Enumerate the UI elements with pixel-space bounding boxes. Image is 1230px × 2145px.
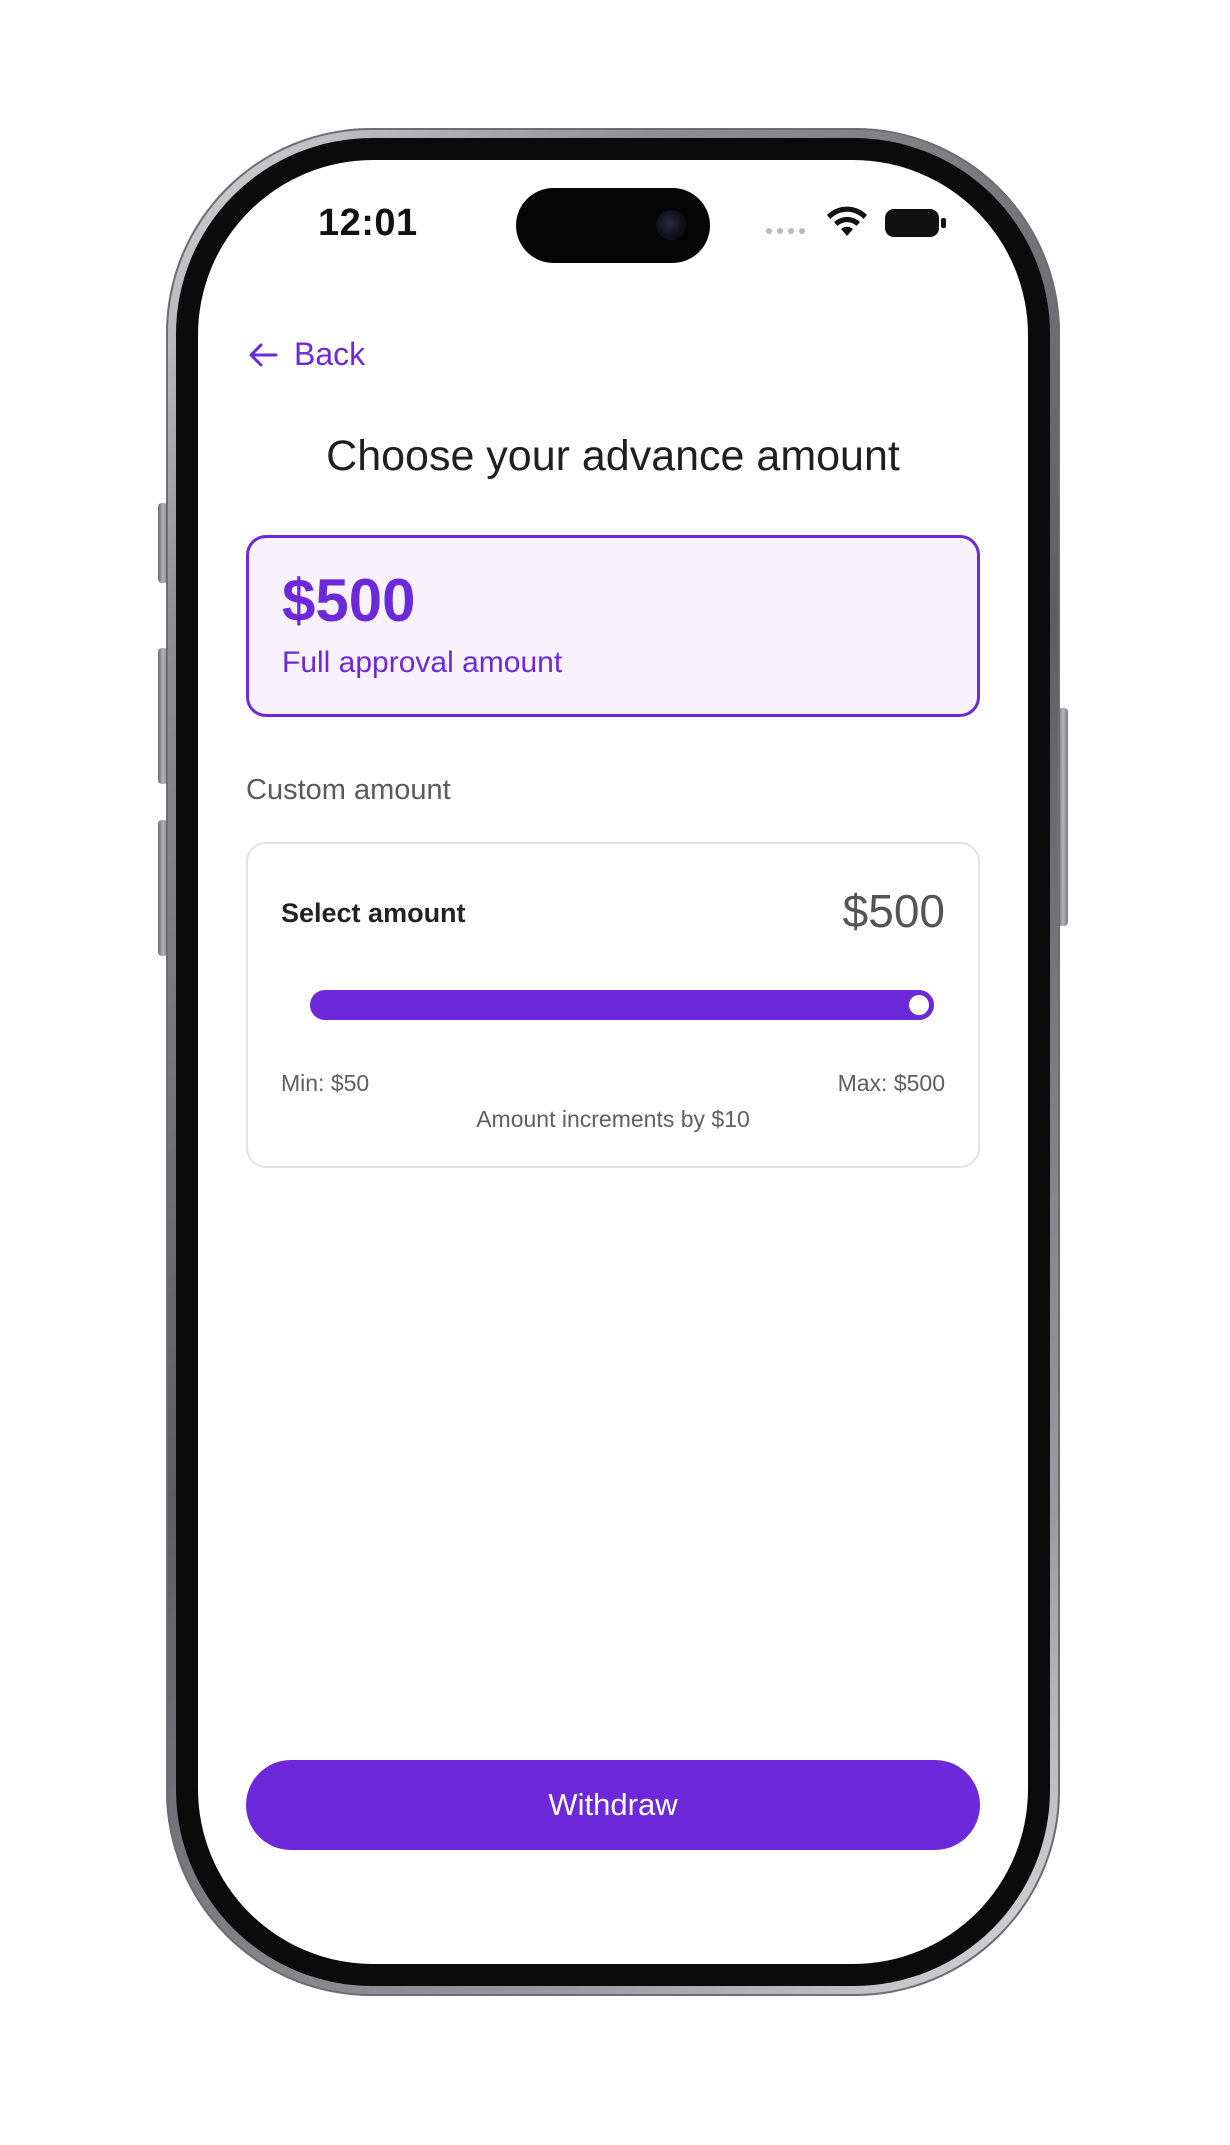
slider-thumb[interactable] xyxy=(907,993,931,1017)
status-time: 12:01 xyxy=(318,202,418,244)
back-button[interactable]: Back xyxy=(246,336,365,373)
increment-note: Amount increments by $10 xyxy=(476,1106,750,1132)
battery-icon xyxy=(885,209,946,237)
wifi-icon xyxy=(827,206,867,236)
phone-screen: 12:01 Back Choose your advance amount $5… xyxy=(198,160,1028,1964)
dynamic-island xyxy=(516,188,710,263)
custom-amount-card: Select amount $500 Min: $50 Max: $500 Am… xyxy=(246,842,980,1168)
front-camera-icon xyxy=(656,210,686,240)
status-icons xyxy=(766,206,966,240)
approval-amount: $500 xyxy=(282,567,416,634)
min-amount-label: Min: $50 xyxy=(281,1070,370,1096)
withdraw-button[interactable]: Withdraw xyxy=(246,1760,980,1850)
signal-dots-icon xyxy=(766,228,805,234)
back-label: Back xyxy=(294,336,366,372)
page-title: Choose your advance amount xyxy=(326,432,900,480)
amount-slider[interactable] xyxy=(310,990,934,1020)
max-amount-label: Max: $500 xyxy=(837,1070,945,1096)
selected-amount-value: $500 xyxy=(842,885,945,937)
slider-fill xyxy=(310,990,934,1020)
arrow-left-icon xyxy=(249,343,278,366)
custom-amount-heading: Custom amount xyxy=(246,774,451,806)
full-approval-option[interactable]: $500 Full approval amount xyxy=(246,535,980,717)
approval-label: Full approval amount xyxy=(282,646,563,679)
mockup-stage: 12:01 Back Choose your advance amount $5… xyxy=(0,0,1230,2145)
select-amount-label: Select amount xyxy=(281,898,466,928)
